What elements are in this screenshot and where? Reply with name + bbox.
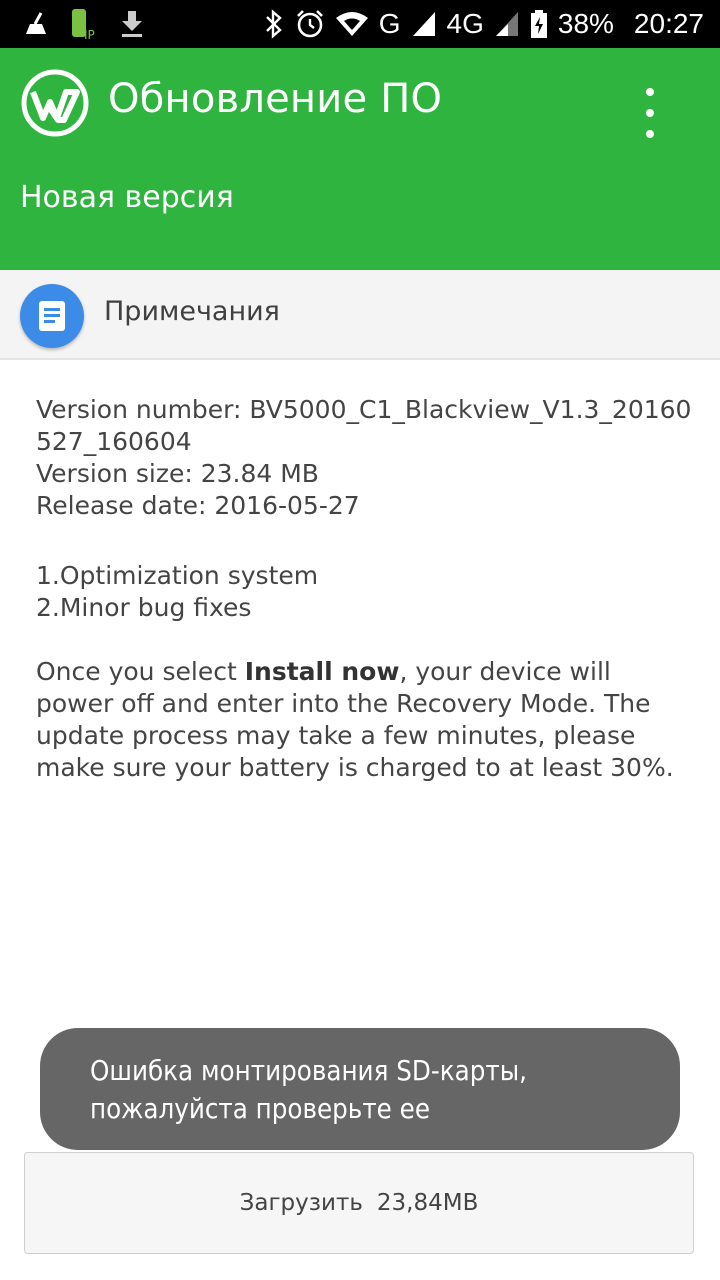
notes-title: Примечания (104, 296, 280, 327)
install-prefix: Once you select (36, 657, 245, 686)
app-bar: Обновление ПО Новая версия (0, 48, 720, 270)
svg-text:IP: IP (84, 28, 95, 41)
app-logo-icon (21, 69, 89, 137)
bluetooth-icon (265, 9, 282, 39)
release-notes: Version number: BV5000_C1_Blackview_V1.3… (36, 394, 696, 784)
download-icon (122, 11, 142, 37)
overflow-menu-icon[interactable] (630, 88, 670, 138)
battery-percentage: 38% (557, 8, 614, 39)
cleaner-icon (26, 12, 46, 34)
toast-message: Ошибка монтирования SD-карты, пожалуйста… (90, 1054, 527, 1125)
vpn-app-icon: IP (72, 9, 95, 41)
download-size: 23,84MB (376, 1190, 479, 1216)
download-label: Загрузить (239, 1190, 363, 1216)
network-4g-label: 4G (446, 8, 484, 39)
network-type-label: G (378, 8, 401, 39)
download-button[interactable]: Загрузить 23,84MB (24, 1152, 694, 1254)
change-item: 2.Minor bug fixes (36, 593, 252, 622)
alarm-icon (296, 10, 323, 38)
install-now-bold: Install now (244, 657, 400, 686)
signal-icon-2 (495, 12, 518, 36)
wifi-icon (335, 12, 368, 36)
document-icon (20, 284, 84, 348)
page-title: Обновление ПО (108, 76, 443, 122)
version-size: Version size: 23.84 MB (36, 459, 319, 488)
version-number: Version number: BV5000_C1_Blackview_V1.3… (36, 395, 692, 456)
signal-icon-1 (412, 12, 435, 36)
clock: 20:27 (633, 8, 704, 39)
notes-header: Примечания (0, 270, 720, 360)
notification-icons: IP (22, 6, 146, 42)
status-bar: IP G 4G 38% 20:27 (0, 0, 720, 48)
battery-charging-icon (530, 10, 547, 38)
change-item: 1.Optimization system (36, 561, 319, 590)
system-icons: G 4G 38% 20:27 (263, 0, 704, 48)
release-date: Release date: 2016-05-27 (36, 491, 360, 520)
page-subtitle: Новая версия (20, 180, 234, 215)
error-toast: Ошибка монтирования SD-карты, пожалуйста… (40, 1028, 680, 1150)
install-instructions: Once you select Install now, your device… (36, 656, 696, 784)
